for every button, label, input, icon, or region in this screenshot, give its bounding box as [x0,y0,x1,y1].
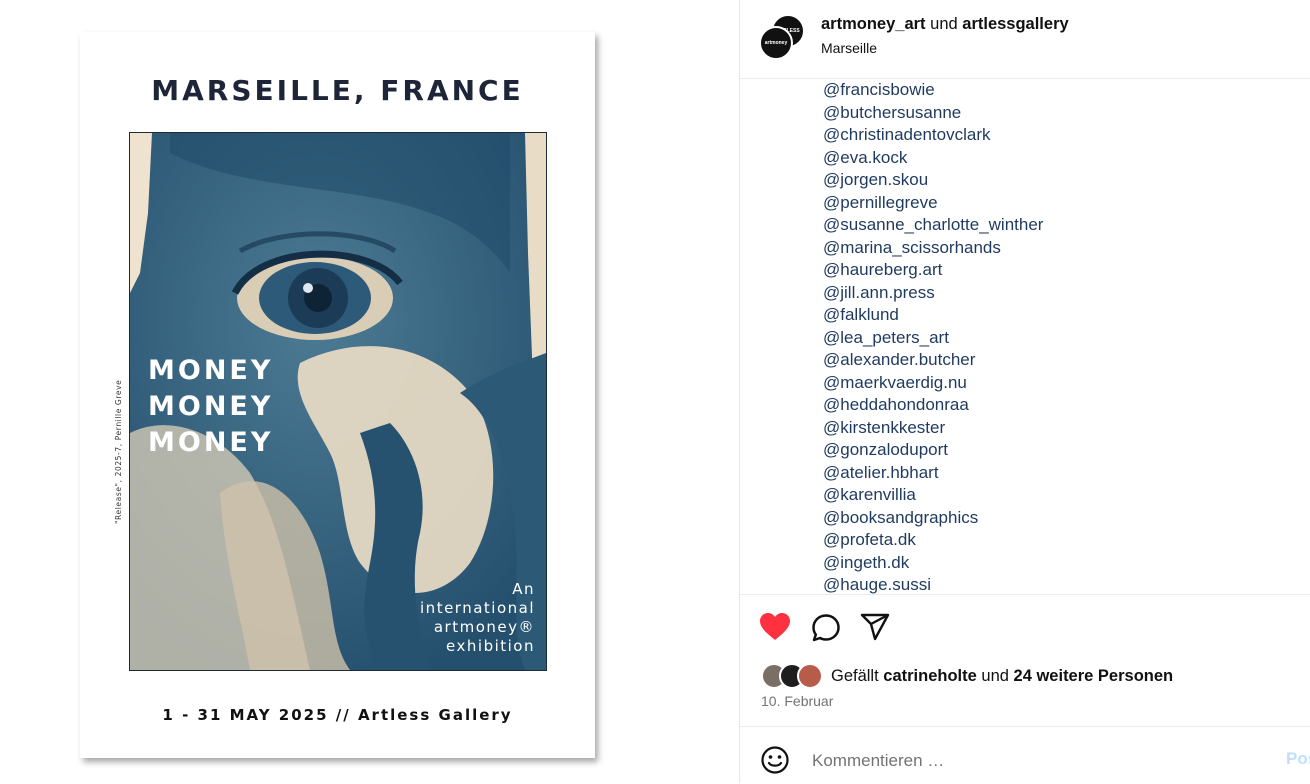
paper-plane-icon [860,613,890,641]
authors-joiner: und [930,15,958,33]
mentioned-user-link[interactable]: @falklund [823,304,1043,327]
tag-list: @francisbowie @butchersusanne @christinade… [823,79,1043,594]
exhibition-poster: MARSEILLE, FRANCE MONEY MONEY MONEY An i… [80,32,595,758]
poster-title: MARSEILLE, FRANCE [151,74,524,107]
mentioned-user-link[interactable]: @ingeth.dk [823,552,1043,575]
mentioned-user-link[interactable]: @heddahondonraa [823,394,1043,417]
post-date[interactable]: 10. Februar [761,693,833,709]
mentioned-user-link[interactable]: @booksandgraphics [823,507,1043,530]
comment-bubble-icon [812,614,840,642]
post-comment-button[interactable]: Posten [1286,749,1310,769]
likes-summary: Gefällt catrineholte und 24 weitere Pers… [831,667,1173,686]
other-likers-link[interactable]: 24 weitere Personen [1014,667,1174,685]
poster-date-line: 1 - 31 MAY 2025 // Artless Gallery [162,706,513,724]
mentioned-user-link[interactable]: @profeta.dk [823,529,1043,552]
author-link-artlessgallery[interactable]: artlessgallery [962,15,1068,33]
mentioned-user-link[interactable]: @butchersusanne [823,102,1043,125]
mentioned-user-link[interactable]: @atelier.hbhart [823,462,1043,485]
comment-input[interactable] [810,744,1254,778]
poster-photo: MONEY MONEY MONEY An international artmo… [129,132,547,671]
mentioned-user-link[interactable]: @pernillegreve [823,192,1043,215]
mentioned-user-link[interactable]: @maerkvaerdig.nu [823,372,1043,395]
like-button[interactable] [759,611,791,643]
author-link-artmoney-art[interactable]: artmoney_art [821,15,926,33]
smiley-icon [761,746,789,774]
mentioned-user-link[interactable]: @susanne_charlotte_winther [823,214,1043,237]
post-media[interactable]: MARSEILLE, FRANCE MONEY MONEY MONEY An i… [0,0,740,783]
post-authors: artmoney_art und artlessgallery [821,15,1069,34]
poster-credit: "Release", 2025-7, Pernille Greve [114,379,123,524]
liker-avatar [797,663,823,689]
mentioned-user-link[interactable]: @jorgen.skou [823,169,1043,192]
mentioned-user-link[interactable]: @kirstenkkester [823,417,1043,440]
poster-headline: MONEY MONEY MONEY [148,353,273,461]
subtitle-line: An [512,580,535,598]
subtitle-line: international [420,599,535,617]
comment-button[interactable] [810,612,842,644]
mentioned-user-link[interactable]: @hauge.sussi [823,574,1043,594]
poster-subtitle: An international artmoney® exhibition [420,580,535,656]
avatar-artmoney-art[interactable]: artmoney [759,26,793,60]
headline-line: MONEY [148,391,274,422]
mentioned-user-link[interactable]: @haureberg.art [823,259,1043,282]
mentioned-user-link[interactable]: @eva.kock [823,147,1043,170]
emoji-button[interactable] [759,744,791,776]
mentioned-user-link[interactable]: @jill.ann.press [823,282,1043,305]
mentioned-user-link[interactable]: @marina_scissorhands [823,237,1043,260]
post-location[interactable]: Marseille [821,40,877,56]
liker-username-link[interactable]: catrineholte [883,667,977,685]
subtitle-line: exhibition [446,637,535,655]
comment-bar: Posten [740,726,1310,784]
post-details-panel: ARTLESS artmoney artmoney_art und artles… [739,0,1310,783]
subtitle-line: artmoney® [433,618,535,636]
action-bar: Gefällt catrineholte und 24 weitere Pers… [740,594,1310,735]
post-header: ARTLESS artmoney artmoney_art und artles… [740,0,1310,79]
mentioned-user-link[interactable]: @gonzaloduport [823,439,1043,462]
mentioned-user-link[interactable]: @francisbowie [823,79,1043,102]
share-button[interactable] [859,611,891,643]
collab-avatars[interactable]: ARTLESS artmoney [759,14,805,60]
headline-line: MONEY [148,427,274,458]
likes-prefix: Gefällt [831,666,879,685]
headline-line: MONEY [148,355,274,386]
mentioned-user-link[interactable]: @christinadentovclark [823,124,1043,147]
caption-scroll-area[interactable]: @francisbowie @butchersusanne @christinade… [740,79,1310,594]
likes-joiner: und [981,666,1009,685]
mentioned-user-link[interactable]: @karenvillia [823,484,1043,507]
mentioned-user-link[interactable]: @lea_peters_art [823,327,1043,350]
heart-filled-icon [760,613,790,640]
mentioned-user-link[interactable]: @alexander.butcher [823,349,1043,372]
likes-row[interactable]: Gefällt catrineholte und 24 weitere Pers… [761,663,1173,689]
